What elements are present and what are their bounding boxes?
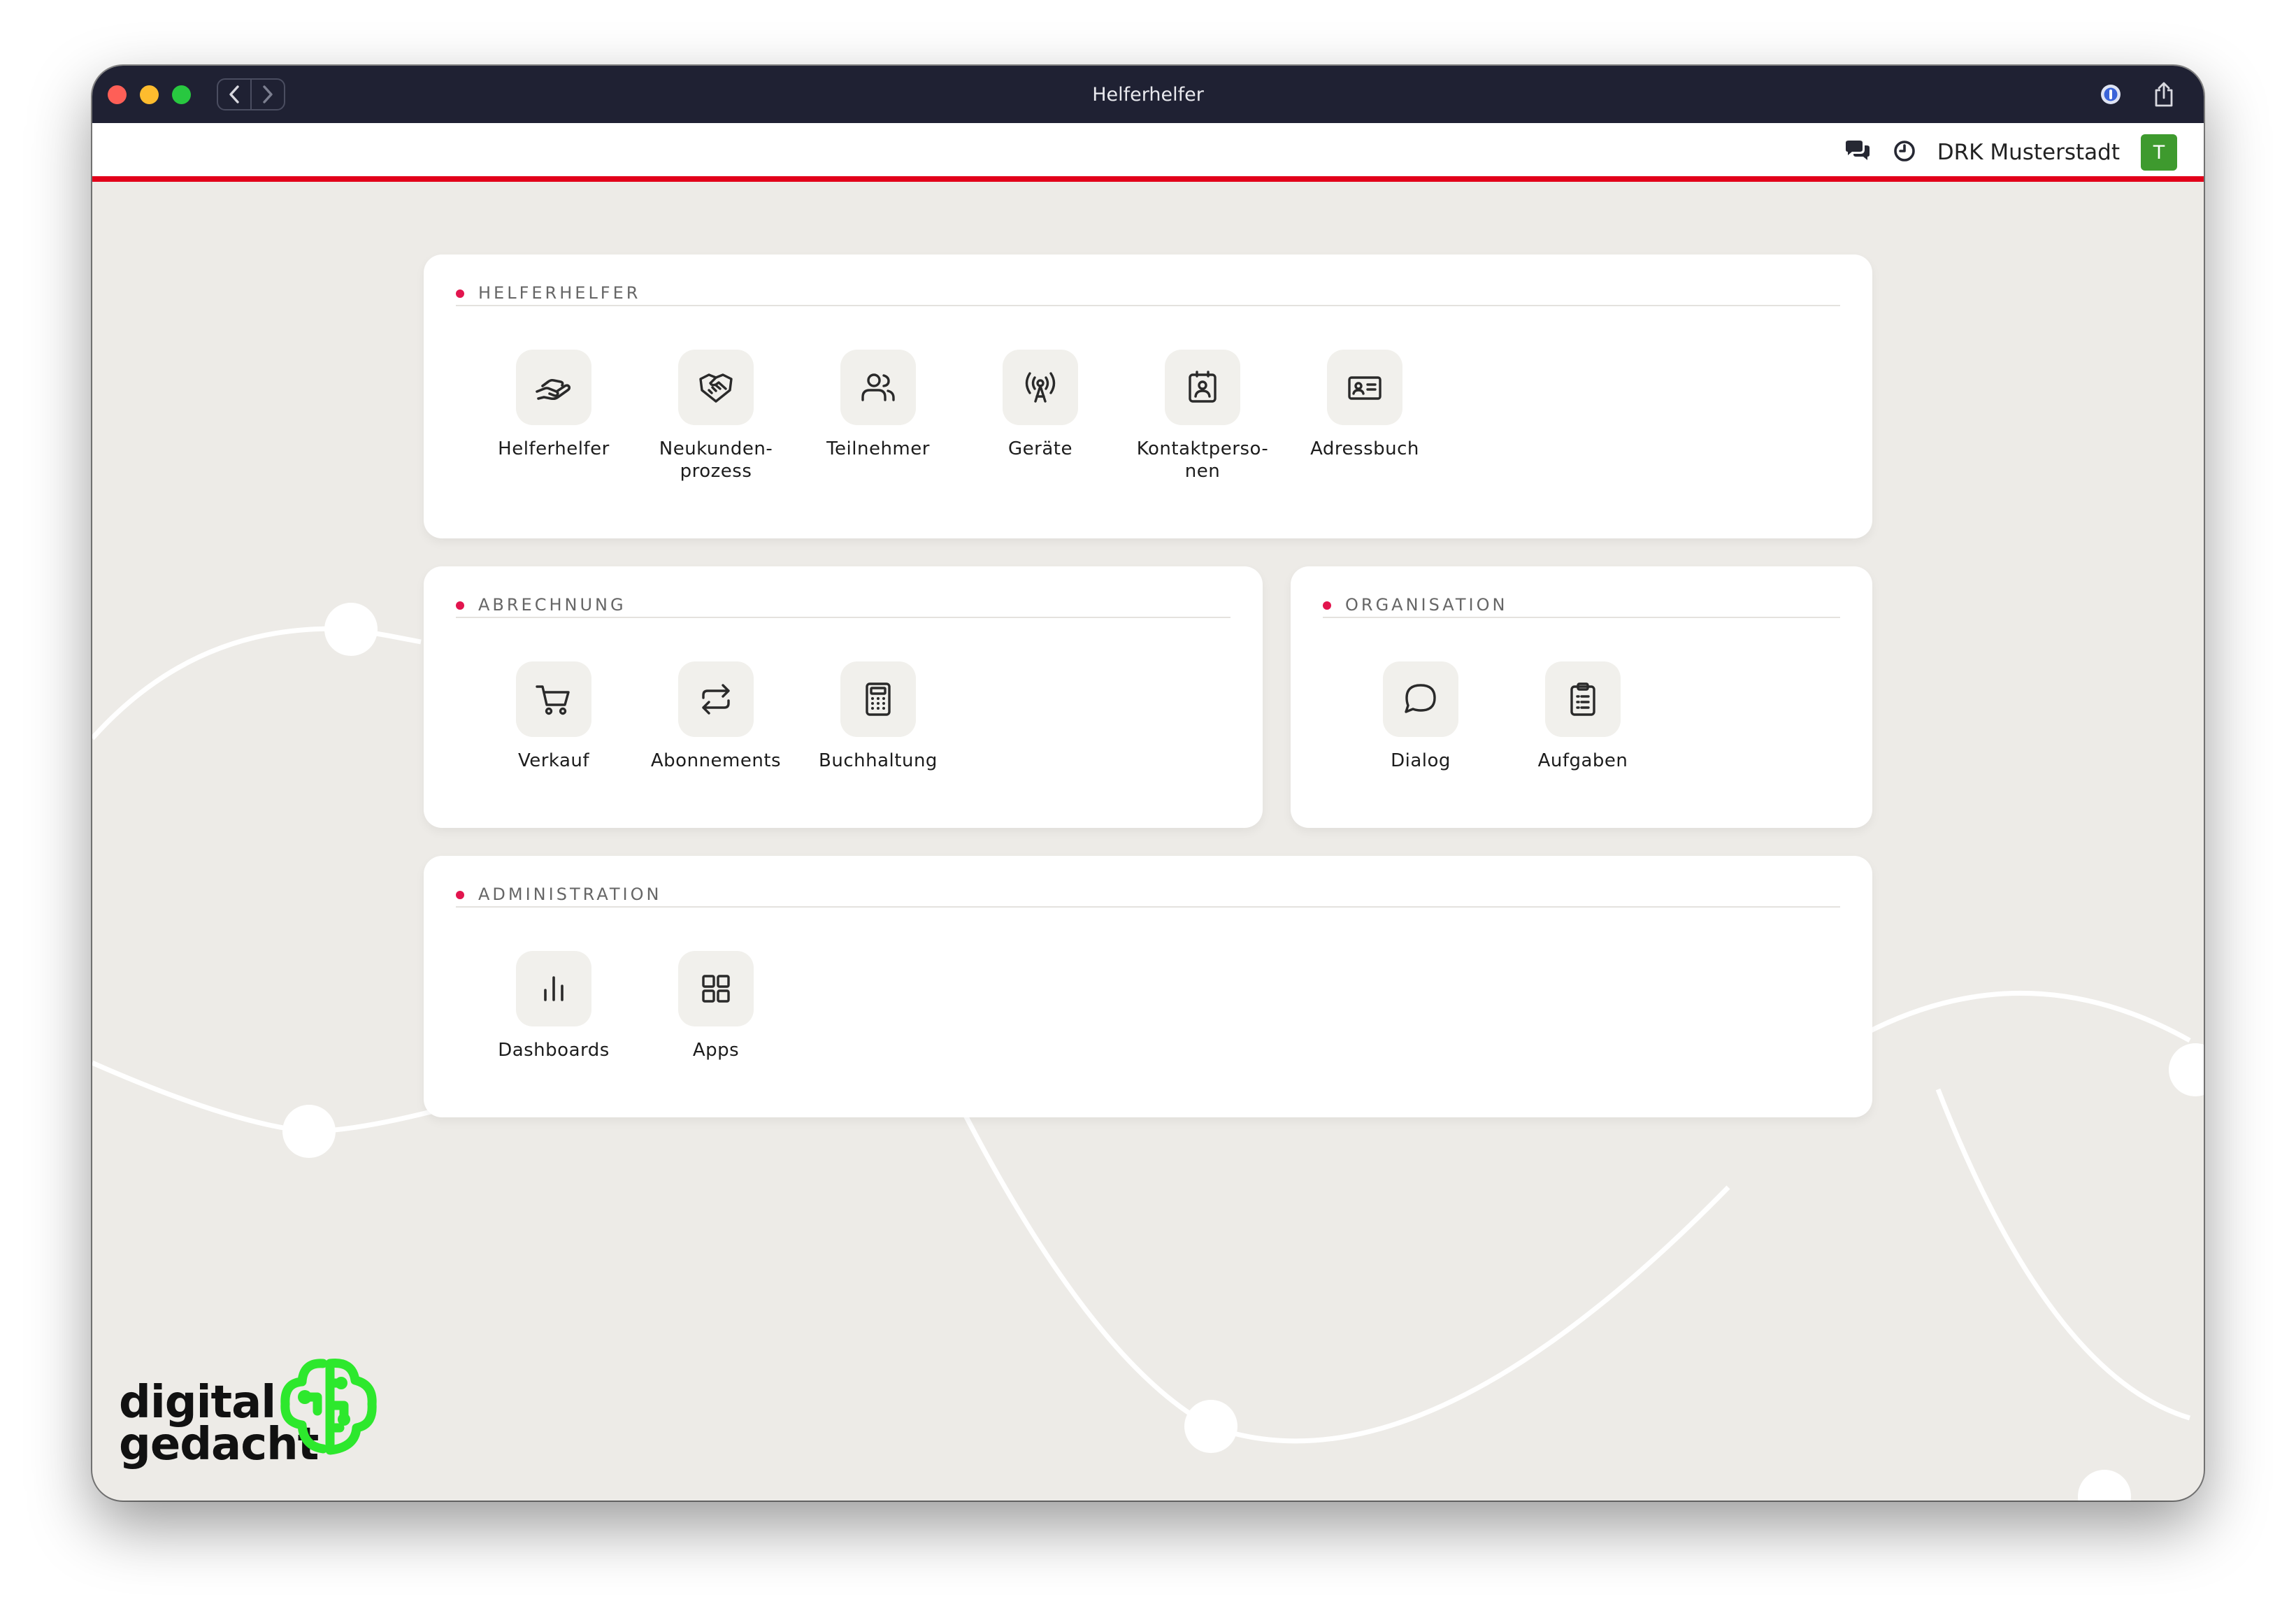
app-tile-label: Helferhelfer [498,438,610,459]
calculator-icon [866,682,891,716]
repeat-arrows-icon [702,684,730,715]
section-marker [456,289,464,298]
users-icon [861,373,895,401]
section-marker [1323,601,1331,610]
history-button[interactable] [1893,139,1916,166]
app-tile-geraete[interactable]: Geräte [959,350,1121,482]
app-tile-abonnements[interactable]: Abonnements [635,661,797,772]
section-title: HELFERHELFER [478,283,641,303]
app-tile-verkauf[interactable]: Verkauf [473,661,635,772]
app-tile-buchhaltung[interactable]: Buchhaltung [797,661,959,772]
app-tile-label: Neukunden- prozess [659,438,773,482]
app-tile-label: Dashboards [498,1040,610,1061]
chat-bubbles-icon [1845,141,1870,160]
section-card-abrechnung: ABRECHNUNG Verkauf Abonnements Buchhaltu… [424,566,1263,828]
app-tile-label: Dialog [1391,750,1451,771]
section-card-helferhelfer: HELFERHELFER Helferhelfer Neukunden- pro… [424,255,1872,538]
app-tile-label: Apps [692,1040,740,1061]
section-marker [456,601,464,610]
clock-icon [1893,141,1915,162]
app-tile-label: Kontaktperso- nen [1136,438,1269,482]
organization-name[interactable]: DRK Musterstadt [1937,140,2120,165]
app-tile-label: Verkauf [517,750,590,771]
contact-badge-icon [1189,371,1217,403]
share-button[interactable] [2145,76,2183,113]
broadcast-antenna-icon [1025,372,1056,403]
hand-heart-icon [536,378,571,401]
section-header: HELFERHELFER [456,282,1840,306]
section-card-administration: ADMINISTRATION Dashboards Apps [424,856,1872,1117]
app-header: DRK Musterstadt T [92,123,2204,182]
app-tile-aufgaben[interactable]: Aufgaben [1502,661,1664,772]
app-tile-label: Teilnehmer [826,438,930,459]
section-card-organisation: ORGANISATION Dialog Aufgaben [1291,566,1872,828]
app-tile-label: Adressbuch [1310,438,1419,459]
section-marker [456,891,464,899]
app-tile-teilnehmer[interactable]: Teilnehmer [797,350,959,482]
section-title: ADMINISTRATION [478,885,662,904]
window-title: Helferhelfer [1092,83,1204,106]
brain-circuit-icon [280,1359,377,1455]
shopping-cart-icon [536,685,570,715]
app-tile-label: Buchhaltung [819,750,938,771]
section-header: ADMINISTRATION [456,884,1840,908]
chat-bubble-icon [1405,684,1436,713]
app-tile-dashboards[interactable]: Dashboards [473,951,635,1061]
app-tile-label: Abonnements [650,750,782,771]
app-tile-label: Aufgaben [1537,750,1628,771]
section-title: ABRECHNUNG [478,595,626,615]
id-card-icon [1348,376,1382,400]
share-icon [2155,82,2173,107]
app-tile-dialog[interactable]: Dialog [1340,661,1502,772]
app-tile-kontaktpersonen[interactable]: Kontaktperso- nen [1121,350,1284,482]
app-tile-neukundenprozess[interactable]: Neukunden- prozess [635,350,797,482]
messages-button[interactable] [1844,139,1872,166]
password-key-icon [2101,85,2121,104]
section-header: ABRECHNUNG [456,594,1230,618]
user-avatar[interactable]: T [2141,134,2177,171]
browser-window: Helferhelfer DRK Musterstadt T HELFERHEL… [92,66,2204,1501]
section-header: ORGANISATION [1323,594,1840,618]
digital-gedacht-logo: digital gedacht [119,1355,385,1474]
password-manager-button[interactable] [2092,76,2130,113]
app-tile-adressbuch[interactable]: Adressbuch [1284,350,1446,482]
window-titlebar: Helferhelfer [92,66,2204,123]
app-tile-helferhelfer[interactable]: Helferhelfer [473,350,635,482]
app-tile-label: Geräte [1008,438,1072,459]
app-tile-apps[interactable]: Apps [635,951,797,1061]
bar-chart-icon [544,976,564,1001]
handshake-icon [699,373,733,403]
clipboard-list-icon [1570,682,1595,716]
grid-icon [702,975,730,1003]
section-title: ORGANISATION [1345,595,1508,615]
